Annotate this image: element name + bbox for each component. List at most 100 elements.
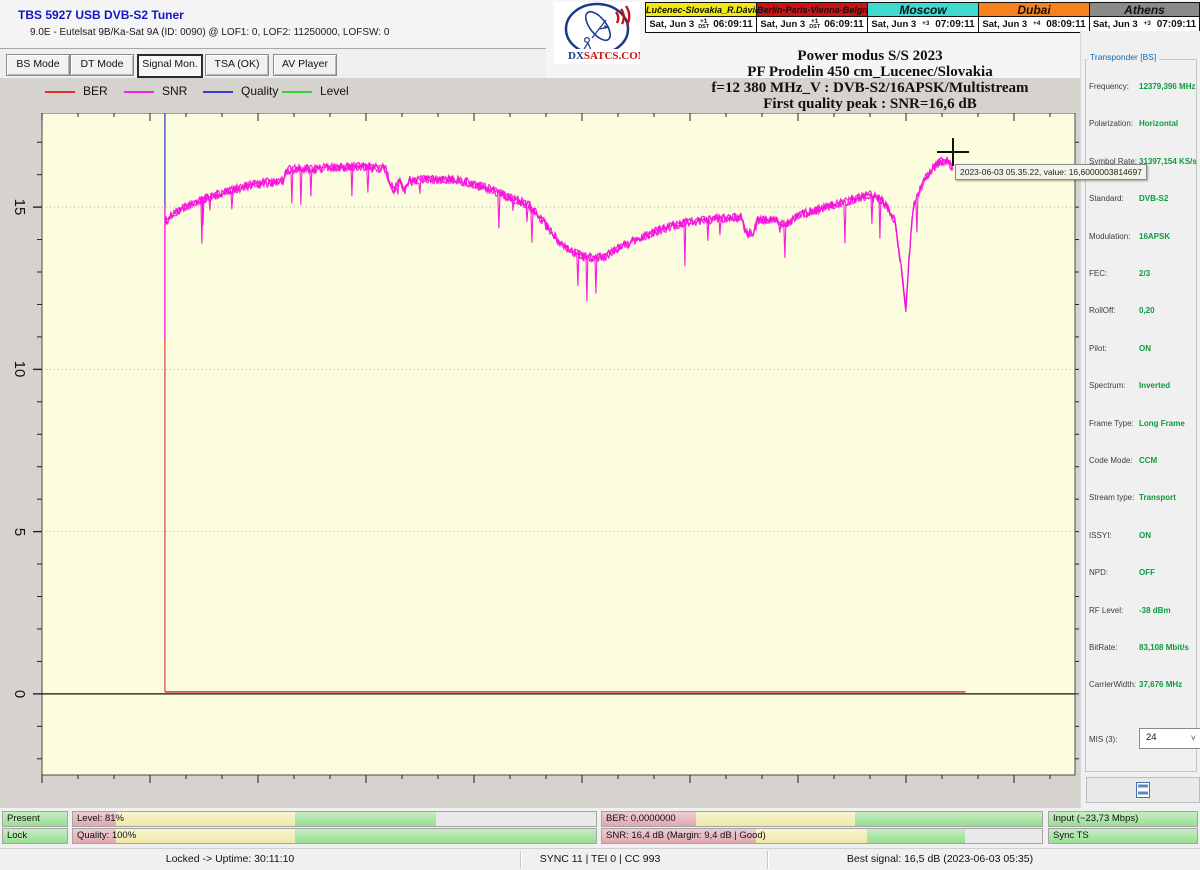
bar-segment-green	[866, 829, 965, 843]
statusbar-section-0: Locked -> Uptime: 30:11:10	[165, 853, 295, 865]
transponder-row-standard: Standard: DVB-S2	[1081, 194, 1200, 206]
bar-segment-green	[855, 812, 1042, 826]
bar-segment-yellow	[115, 829, 296, 843]
field-label: CarrierWidth:	[1089, 680, 1137, 690]
field-value: 83,108 Mbit/s	[1139, 643, 1189, 652]
indicator-snr: SNR: 16,4 dB (Margin: 9,4 dB | Good)	[601, 828, 1043, 844]
field-value: OFF	[1139, 568, 1155, 578]
bar-label: Present	[7, 813, 40, 824]
statusbar-section-2: Best signal: 16,5 dB (2023-06-03 05:35)	[846, 853, 1034, 865]
field-value: ON	[1139, 530, 1151, 540]
y-axis-label-5: 5	[11, 527, 28, 536]
satellite-dish-icon: DXSATCS.COM	[564, 2, 649, 62]
indicator-present: Present	[2, 811, 68, 827]
legend-label: Quality	[241, 84, 279, 98]
clock-date: Sat, Jun 3	[871, 19, 917, 31]
bar-segment-green	[295, 812, 437, 826]
bar-label: BER: 0,0000000	[606, 813, 676, 824]
transponder-row-modulation: Modulation: 16APSK	[1081, 232, 1200, 244]
bar-segment-yellow	[755, 829, 867, 843]
clock-berlin-paris-vienna-belgrade: Berlin-Paris-Vienna-BelgradeSat, Jun 3+1…	[756, 2, 867, 33]
plot-frame	[41, 113, 1076, 776]
bar-label: Level: 81%	[77, 813, 125, 824]
transponder-row-issyi: ISSYI: ON	[1081, 531, 1200, 543]
indicator-ber: BER: 0,0000000	[601, 811, 1043, 827]
field-label: Spectrum:	[1089, 381, 1126, 391]
clock-utc-offset: +1 DST	[808, 18, 821, 31]
stream-list-button[interactable]	[1086, 777, 1200, 803]
bar-segment-yellow	[695, 812, 855, 826]
field-value: Long Frame	[1139, 418, 1185, 428]
field-label: NPD:	[1089, 568, 1109, 578]
field-value: 16APSK	[1139, 231, 1171, 241]
indicator-bars: Present Level: 81% BER: 0,0000000 Input (~2…	[0, 808, 1200, 848]
toolbar-button-dt-mode[interactable]: DT Mode	[70, 54, 134, 76]
clock-city-label: Moscow	[867, 2, 978, 18]
clock-city-label: Berlin-Paris-Vienna-Belgrade	[756, 2, 867, 18]
title-line-4: First quality peak : SNR=16,6 dB	[763, 96, 977, 112]
legend-item-ber: BER	[45, 84, 120, 100]
toolbar-button-bs-mode[interactable]: BS Mode	[6, 54, 70, 76]
clock-dst-flag: DST	[809, 24, 821, 31]
field-value: CCM	[1139, 456, 1158, 465]
indicator-level: Level: 81%	[72, 811, 597, 827]
transponder-row-rflevel: RF Level: -38 dBm	[1081, 606, 1200, 618]
field-label: Pilot:	[1089, 343, 1107, 353]
transponder-row-pilot: Pilot: ON	[1081, 344, 1200, 356]
clock-lu-enec-slovakia-r-d-vid: Lučenec-Slovakia_R.Dávid Sat, Jun 3 +1 DST 0…	[645, 2, 756, 33]
clock-date: Sat, Jun 3	[760, 19, 806, 31]
clock-time-value: 08:09:11	[1046, 19, 1086, 31]
transponder-panel: Transponder [BS] Frequency: 12379,396 MHz…	[1080, 31, 1200, 808]
field-label: BitRate:	[1089, 643, 1118, 652]
clock-dst-flag: DST	[698, 24, 710, 31]
clock-offset-value: +4	[1032, 20, 1041, 28]
toolbar-button-tsa-ok-[interactable]: TSA (OK)	[205, 54, 269, 76]
clock-date: Sat, Jun 3	[649, 19, 695, 31]
svg-text:DXSATCS.COM: DXSATCS.COM	[568, 50, 640, 62]
clock-time: Sat, Jun 3 +1 DST 06:09:11	[756, 17, 867, 33]
field-label: Modulation:	[1089, 231, 1131, 241]
legend-label: Level	[320, 84, 349, 98]
clock-city-label: Dubai	[978, 2, 1089, 18]
legend-item-quality: Quality	[203, 84, 278, 100]
clock-utc-offset: +3	[1141, 21, 1154, 28]
world-clocks: Lučenec-Slovakia_R.Dávid Sat, Jun 3 +1 DST 0…	[645, 2, 1200, 33]
indicator-input-mbps-: Input (~23,73 Mbps)	[1048, 811, 1198, 827]
y-axis-label-10: 10	[11, 361, 28, 378]
window-title: TBS 5927 USB DVB-S2 Tuner	[18, 8, 184, 22]
title-line-1: Power modus S/S 2023	[797, 48, 943, 64]
mis-value: 24	[1146, 732, 1157, 743]
clock-athens: Athens Sat, Jun 3 +3 07:09:11	[1089, 2, 1200, 33]
clock-utc-offset: +3	[919, 21, 932, 28]
clock-time-value: 06:09:11	[824, 19, 864, 31]
signal-chart-panel: BER SNR Quality Level 0 5 10 15	[0, 78, 1080, 808]
signal-plot-canvas[interactable]	[28, 113, 1081, 789]
field-value: 31397,154 KS/s	[1139, 156, 1197, 166]
toolbar-button-av-player[interactable]: AV Player	[273, 54, 337, 76]
bar-segment-green	[295, 829, 596, 843]
field-value: Horizontal	[1139, 119, 1179, 129]
toolbar-button-signal-mon-[interactable]: Signal Mon.	[137, 54, 203, 78]
y-axis-label-15: 15	[11, 198, 28, 216]
field-value: 12379,396 MHz	[1139, 82, 1196, 91]
field-label: Code Mode:	[1089, 456, 1133, 465]
transponder-row-frametype: Frame Type: Long Frame	[1081, 419, 1200, 431]
chevron-down-icon: ˅	[1190, 733, 1196, 743]
transponder-row-carrierwidth: CarrierWidth: 37,676 MHz	[1081, 680, 1200, 692]
bar-segment-yellow	[115, 812, 296, 826]
mode-toolbar: BS Mode DT Mode Signal Mon. TSA (OK) AV Play…	[0, 48, 546, 80]
statusbar-section-1: SYNC 11 | TEI 0 | CC 993	[539, 853, 661, 865]
field-value: 0,20	[1139, 306, 1155, 316]
field-label: Stream type:	[1089, 493, 1135, 503]
legend-swatch-ber	[45, 91, 75, 93]
transponder-row-bitrate: BitRate: 83,108 Mbit/s	[1081, 643, 1200, 655]
field-value: Inverted	[1139, 381, 1171, 391]
bar-label: Input (~23,73 Mbps)	[1053, 813, 1139, 824]
field-label: RollOff:	[1089, 306, 1116, 316]
legend-item-level: Level	[282, 84, 357, 100]
mis-dropdown[interactable]: 24 ˅	[1139, 728, 1200, 749]
clock-offset-value: +3	[921, 20, 930, 28]
transponder-row-spectrum: Spectrum: Inverted	[1081, 381, 1200, 393]
transponder-row-npd: NPD: OFF	[1081, 568, 1200, 580]
transponder-row-streamtype: Stream type: Transport	[1081, 493, 1200, 505]
